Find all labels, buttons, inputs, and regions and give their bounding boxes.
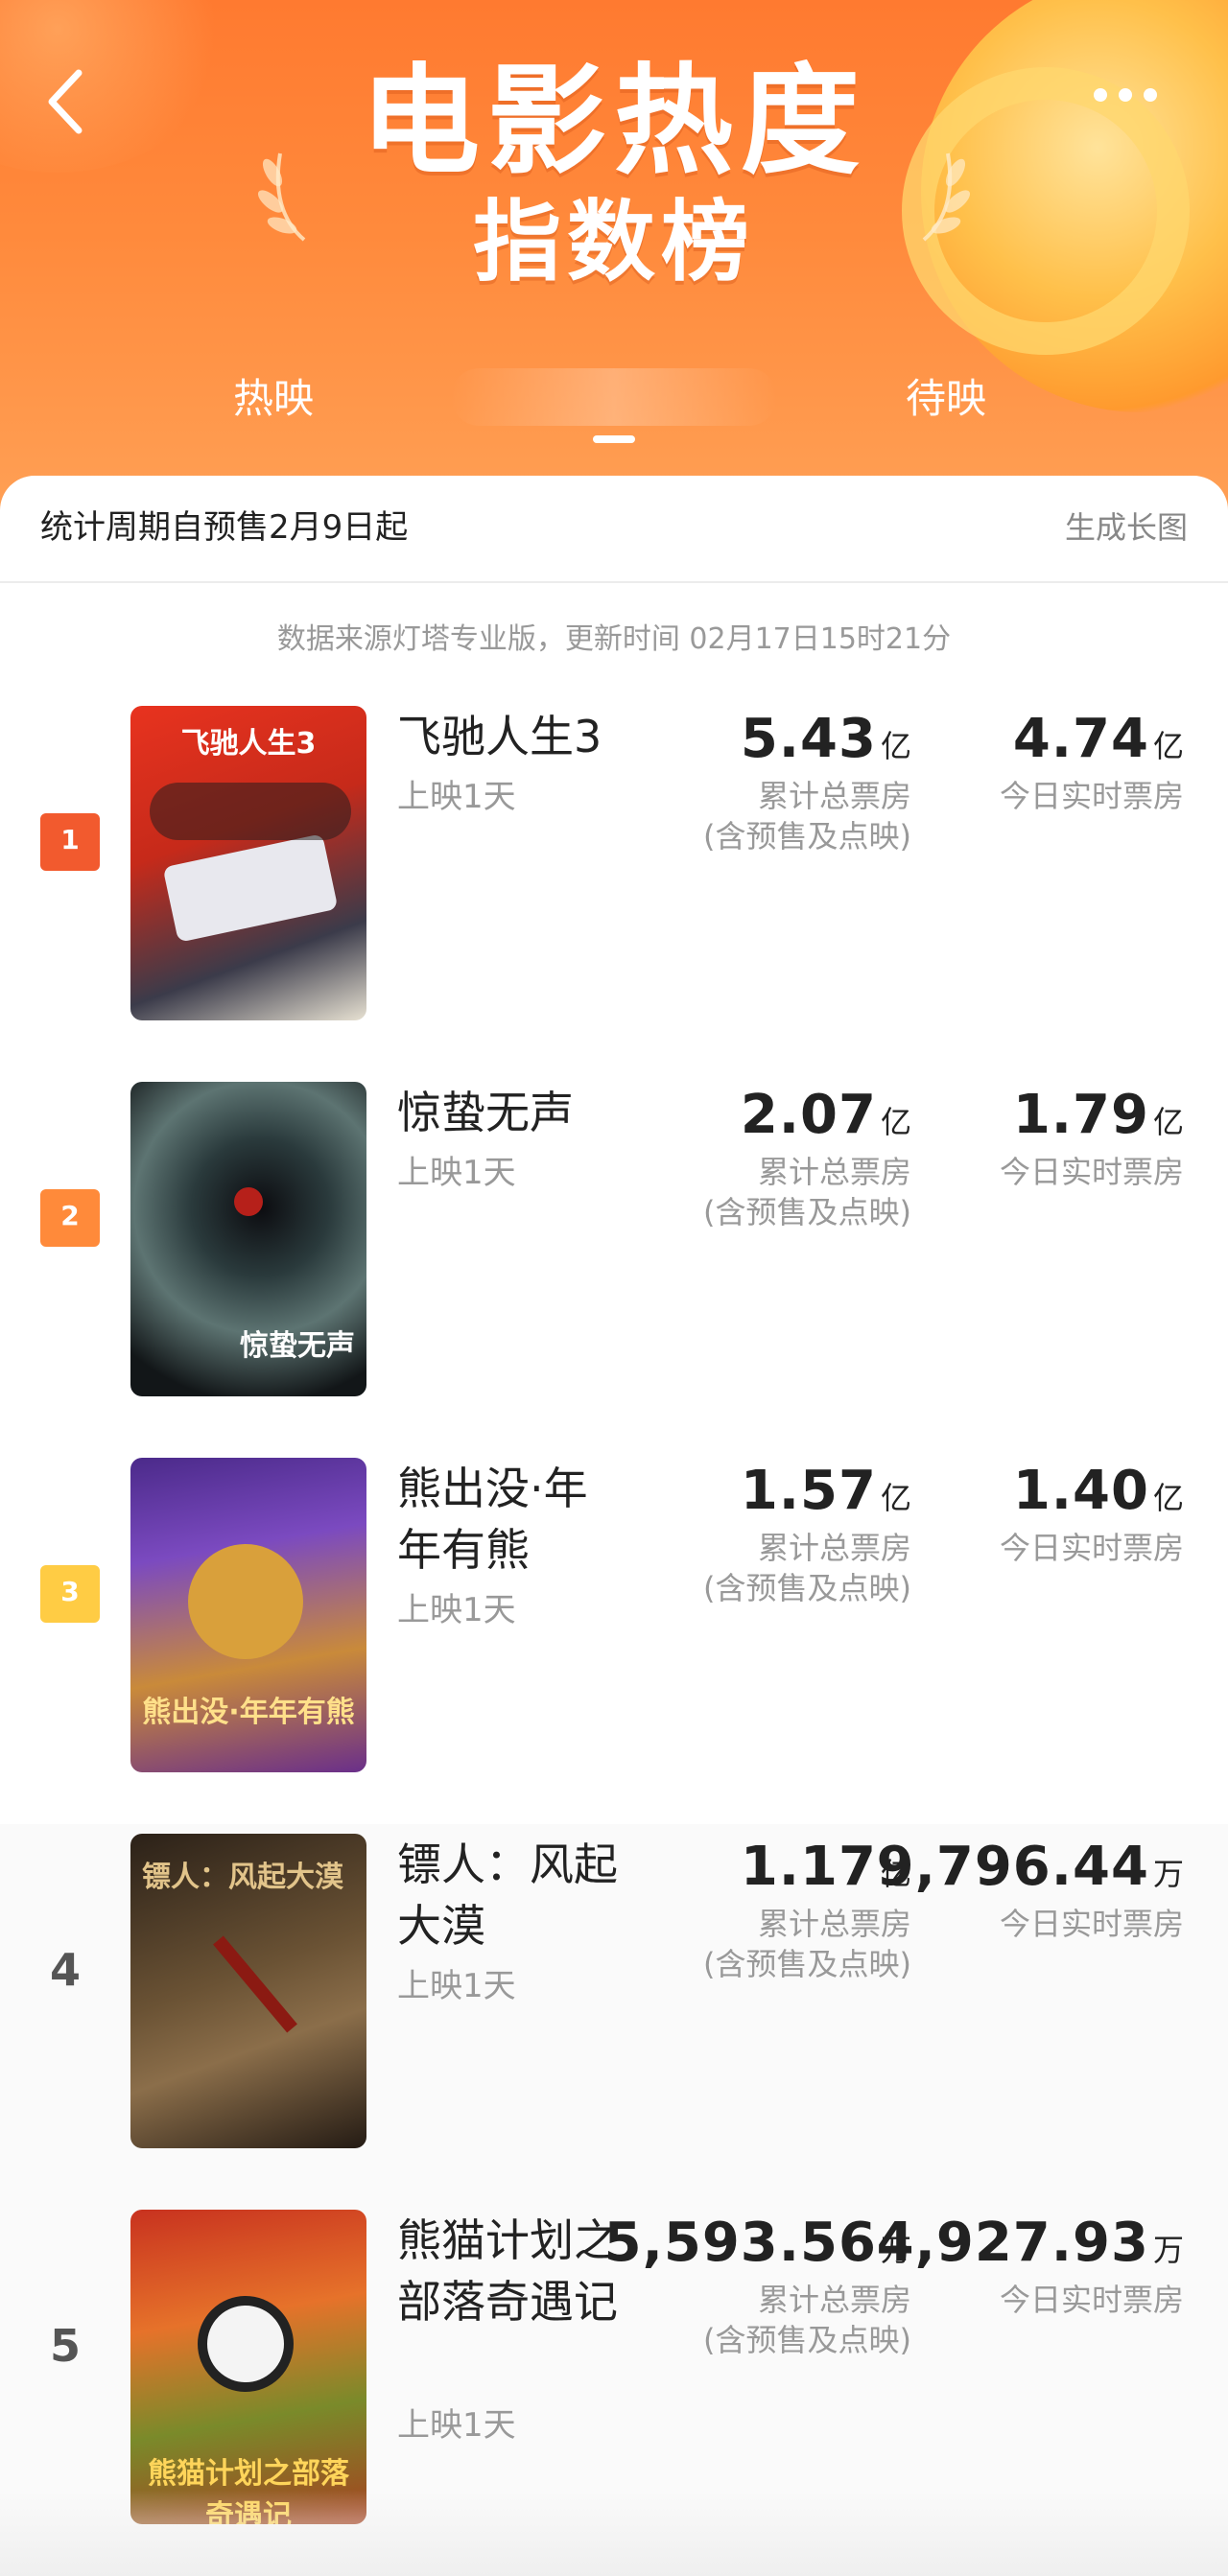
movie-title[interactable]: 惊蛰无声	[397, 1082, 627, 1143]
rank-badge: 3	[40, 1565, 100, 1623]
today-box-office: 1.79 亿	[1012, 1084, 1184, 1146]
ranking-card: 统计周期自预售2月9日起 生成长图 数据来源灯塔专业版，更新时间 02月17日1…	[0, 476, 1228, 2576]
total-box-note: (含预售及点映)	[703, 818, 911, 855]
release-info: 上映1天	[397, 1967, 516, 2005]
movie-title[interactable]: 熊出没·年年有熊	[397, 1458, 627, 1581]
movie-row[interactable]: 3 熊出没·年年有熊 熊出没·年年有熊 上映1天 1.57 亿 1.40 亿 累计总…	[0, 1448, 1228, 1824]
today-box-label: 今日实时票房	[999, 778, 1184, 814]
movie-row[interactable]: 2 惊蛰无声 惊蛰无声 上映1天 2.07 亿 1.79 亿 累计总票房 (含预售及…	[0, 1072, 1228, 1448]
rank-number: 4	[50, 1944, 82, 1996]
movie-poster[interactable]: 飞驰人生3	[130, 706, 366, 1020]
today-box-label: 今日实时票房	[999, 1154, 1184, 1190]
movie-poster[interactable]: 镖人：风起大漠	[130, 1834, 366, 2148]
rank-number: 5	[50, 2320, 82, 2372]
total-box-label: 累计总票房	[757, 778, 911, 814]
total-box-label: 累计总票房	[757, 1530, 911, 1566]
page-title: 电影热度	[360, 53, 867, 191]
movie-poster[interactable]: 熊出没·年年有熊	[130, 1458, 366, 1772]
stat-bar: 统计周期自预售2月9日起 生成长图	[0, 476, 1228, 583]
today-box-office: 4.74 亿	[1012, 708, 1184, 770]
header-banner: 电影热度 指数榜 热映 待映	[0, 0, 1228, 518]
total-box-note: (含预售及点映)	[703, 1946, 911, 1982]
today-box-office: 1.40 亿	[1012, 1460, 1184, 1522]
movie-title[interactable]: 飞驰人生3	[397, 706, 627, 767]
movie-row[interactable]: 1 飞驰人生3 飞驰人生3 上映1天 5.43 亿 4.74 亿 累计总票房 (含预…	[0, 696, 1228, 1072]
movie-title[interactable]: 熊猫计划之部落奇遇记	[397, 2210, 627, 2332]
total-box-note: (含预售及点映)	[703, 1570, 911, 1606]
stat-period: 统计周期自预售2月9日起	[40, 508, 409, 547]
tab-now-showing[interactable]: 热映	[233, 370, 314, 428]
total-box-label: 累计总票房	[757, 1906, 911, 1942]
today-box-label: 今日实时票房	[999, 2282, 1184, 2318]
total-box-office: 1.57 亿	[740, 1460, 911, 1522]
total-box-note: (含预售及点映)	[703, 2322, 911, 2358]
poster-title: 熊出没·年年有熊	[142, 1696, 355, 1729]
today-box-office: 4,927.93 万	[876, 2212, 1184, 2274]
movie-row[interactable]: 4 镖人：风起大漠 镖人：风起大漠 上映1天 1.17 亿 9,796.44 万 累…	[0, 1824, 1228, 2200]
movie-poster[interactable]: 惊蛰无声	[130, 1082, 366, 1396]
poster-title: 飞驰人生3	[180, 727, 317, 761]
generate-long-image-button[interactable]: 生成长图	[1065, 503, 1188, 552]
bottom-fade	[0, 2490, 1228, 2576]
total-box-note: (含预售及点映)	[703, 1194, 911, 1230]
total-box-office: 5.43 亿	[740, 708, 911, 770]
total-box-office: 2.07 亿	[740, 1084, 911, 1146]
total-box-label: 累计总票房	[757, 1154, 911, 1190]
tab-heat-index[interactable]	[451, 368, 777, 426]
today-box-label: 今日实时票房	[999, 1906, 1184, 1942]
release-info: 上映1天	[397, 1591, 516, 1629]
poster-title: 镖人：风起大漠	[142, 1861, 343, 1894]
data-source-note: 数据来源灯塔专业版，更新时间 02月17日15时21分	[276, 622, 952, 656]
release-info: 上映1天	[397, 2406, 516, 2445]
total-box-office: 5,593.56 万	[603, 2212, 911, 2274]
tab-upcoming[interactable]: 待映	[906, 370, 986, 428]
rank-badge: 2	[40, 1189, 100, 1247]
page-subtitle: 指数榜	[472, 191, 755, 293]
page: 电影热度 指数榜 热映 待映 统计周期自预售2月9日起 生成长图 数据来源灯塔专…	[0, 0, 1228, 2576]
movie-title[interactable]: 镖人：风起大漠	[397, 1834, 627, 1956]
release-info: 上映1天	[397, 1154, 516, 1192]
today-box-label: 今日实时票房	[999, 1530, 1184, 1566]
tab-indicator	[593, 435, 635, 443]
total-box-label: 累计总票房	[757, 2282, 911, 2318]
movie-poster[interactable]: 熊猫计划之部落奇遇记	[130, 2210, 366, 2524]
rank-badge: 1	[40, 813, 100, 871]
release-info: 上映1天	[397, 778, 516, 816]
poster-title: 惊蛰无声	[240, 1329, 355, 1363]
today-box-office: 9,796.44 万	[876, 1836, 1184, 1898]
